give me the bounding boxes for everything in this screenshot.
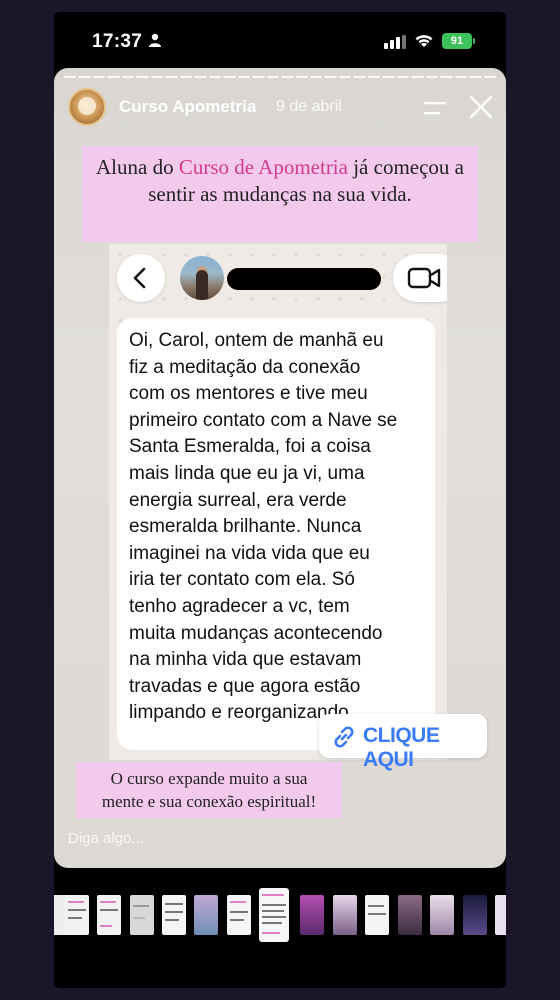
close-icon[interactable] — [468, 94, 494, 120]
story-thumbnail[interactable] — [463, 895, 487, 935]
story-thumbnail[interactable] — [130, 895, 154, 935]
message-bubble: Oi, Carol, ontem de manhã eu fiz a medit… — [117, 318, 435, 750]
story-thumbnail[interactable] — [227, 895, 251, 935]
story-thumbnail-current[interactable] — [259, 888, 289, 942]
caption-bottom-text: O curso expande muito a sua mente e sua … — [101, 769, 317, 811]
story-card[interactable]: Curso Apometria 9 de abril Aluna do Curs… — [54, 68, 506, 868]
caption-top: Aluna do Curso de Apometria já começou a… — [82, 146, 478, 242]
account-avatar[interactable] — [68, 88, 106, 126]
link-sticker[interactable]: CLIQUE AQUI — [319, 714, 487, 771]
chat-screenshot: Oi, Carol, ontem de manhã eu fiz a medit… — [109, 244, 447, 760]
story-thumbnail[interactable] — [162, 895, 186, 935]
redacted-contact-name — [227, 268, 381, 290]
back-button — [117, 254, 165, 302]
phone-screen: 17:37 91 Curso Apometria 9 de abril Alun… — [54, 12, 506, 988]
story-thumbnail[interactable] — [97, 895, 121, 935]
post-date: 9 de abril — [276, 98, 342, 115]
story-progress-bar — [64, 76, 497, 78]
reply-input[interactable]: Diga algo... — [68, 830, 144, 847]
video-call-icon — [407, 267, 441, 289]
back-chevron-icon — [133, 267, 146, 289]
wifi-icon — [415, 35, 433, 47]
caption-top-before: Aluna do — [96, 155, 179, 179]
account-name[interactable]: Curso Apometria — [119, 97, 256, 117]
caption-top-highlight: Curso de Apometria — [178, 155, 348, 179]
story-thumbnail[interactable] — [300, 895, 324, 935]
link-label: CLIQUE AQUI — [363, 724, 440, 771]
battery-tip — [473, 38, 475, 44]
story-thumbnail[interactable] — [65, 895, 89, 935]
caption-bottom: O curso expande muito a sua mente e sua … — [76, 762, 342, 818]
story-thumbnail[interactable] — [333, 895, 357, 935]
status-bar: 17:37 91 — [54, 12, 506, 68]
battery-indicator: 91 — [442, 33, 472, 49]
video-call-button — [393, 254, 447, 302]
person-icon — [149, 33, 161, 47]
signal-icon — [384, 35, 406, 49]
link-icon — [334, 726, 354, 748]
story-thumbnails — [54, 888, 506, 948]
story-thumbnail[interactable] — [194, 895, 218, 935]
status-time: 17:37 — [92, 31, 143, 52]
story-thumbnail[interactable] — [365, 895, 389, 935]
menu-icon[interactable] — [422, 100, 448, 116]
contact-avatar — [180, 256, 224, 300]
story-thumbnail[interactable] — [495, 895, 506, 935]
story-thumbnail[interactable] — [398, 895, 422, 935]
story-thumbnail[interactable] — [430, 895, 454, 935]
